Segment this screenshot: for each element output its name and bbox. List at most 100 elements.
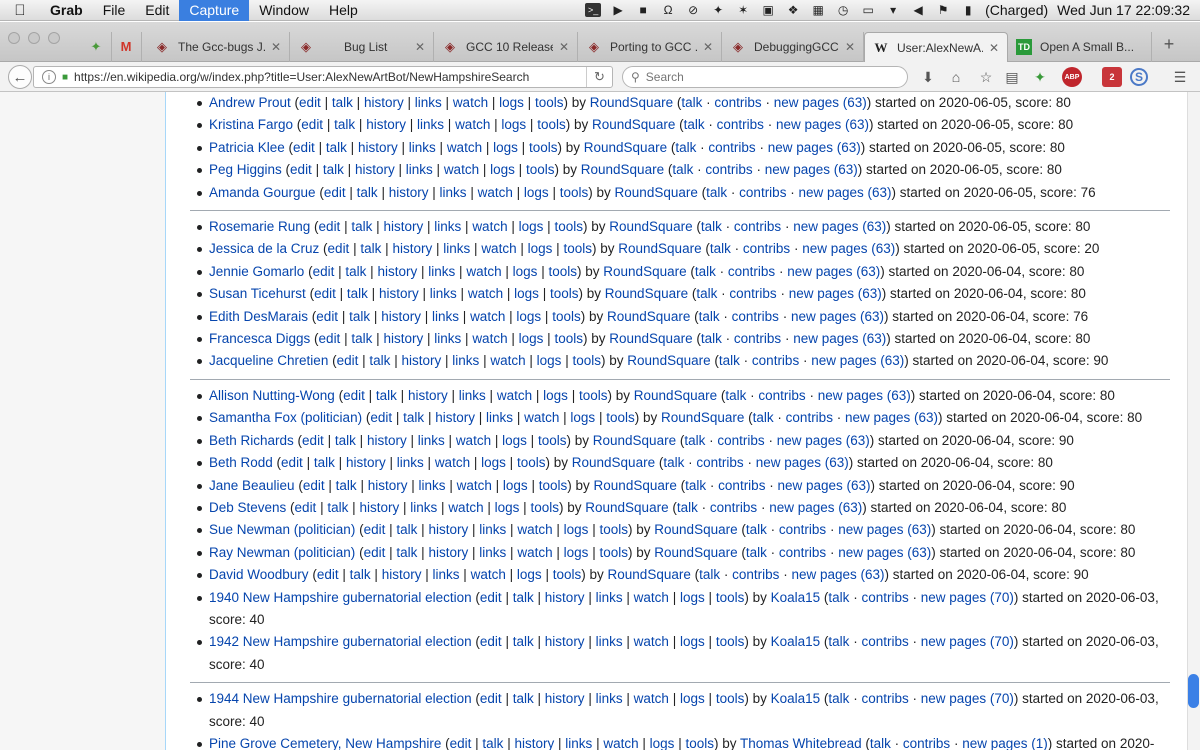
watch-link[interactable]: watch (456, 433, 491, 448)
scrollbar-track[interactable] (1187, 92, 1200, 750)
edit-link[interactable]: edit (480, 590, 502, 605)
new-pages-link[interactable]: new pages (63) (793, 219, 886, 234)
logs-link[interactable]: logs (495, 500, 520, 515)
tools-link[interactable]: tools (554, 219, 583, 234)
contribs-link[interactable]: contribs (861, 590, 908, 605)
talk-link[interactable]: talk (345, 264, 366, 279)
tools-link[interactable]: tools (579, 388, 608, 403)
wifi-icon[interactable]: ▾ (885, 3, 901, 17)
new-pages-link[interactable]: new pages (63) (798, 185, 891, 200)
talk-link[interactable]: talk (369, 353, 390, 368)
links-link[interactable]: links (410, 500, 437, 515)
user-talk-link[interactable]: talk (710, 241, 731, 256)
tab-user-alexnewartbot[interactable]: W User:AlexNewA... ✕ (864, 32, 1008, 63)
tools-link[interactable]: tools (553, 567, 582, 582)
battery-icon[interactable]: ▮ (960, 3, 976, 17)
watch-link[interactable]: watch (447, 140, 482, 155)
tools-link[interactable]: tools (560, 185, 589, 200)
tools-link[interactable]: tools (548, 264, 577, 279)
user-talk-link[interactable]: talk (828, 691, 849, 706)
edit-link[interactable]: edit (316, 309, 338, 324)
links-link[interactable]: links (406, 162, 433, 177)
new-pages-link[interactable]: new pages (63) (793, 331, 886, 346)
user-talk-link[interactable]: talk (672, 162, 693, 177)
contribs-link[interactable]: contribs (717, 433, 764, 448)
edit-link[interactable]: edit (324, 185, 346, 200)
close-tab-icon[interactable]: ✕ (989, 41, 999, 55)
watch-link[interactable]: watch (634, 691, 669, 706)
tools-link[interactable]: tools (716, 691, 745, 706)
history-link[interactable]: history (435, 410, 475, 425)
display-icon[interactable]: ▭ (860, 3, 876, 17)
history-link[interactable]: history (514, 736, 554, 750)
edit-link[interactable]: edit (314, 286, 336, 301)
article-link[interactable]: Beth Richards (209, 433, 294, 448)
contribs-link[interactable]: contribs (743, 241, 790, 256)
talk-link[interactable]: talk (403, 410, 424, 425)
user-link[interactable]: Koala15 (771, 691, 821, 706)
logs-link[interactable]: logs (537, 353, 562, 368)
tab-porting-to-gcc[interactable]: ◈ Porting to GCC ... ✕ (578, 32, 722, 62)
menu-edit[interactable]: Edit (135, 0, 179, 21)
logs-link[interactable]: logs (650, 736, 675, 750)
bookmark-star-icon[interactable]: ☆ (976, 67, 996, 87)
history-link[interactable]: history (377, 264, 417, 279)
user-talk-link[interactable]: talk (696, 286, 717, 301)
user-talk-link[interactable]: talk (828, 590, 849, 605)
close-tab-icon[interactable]: ✕ (415, 40, 425, 54)
article-link[interactable]: Peg Higgins (209, 162, 282, 177)
contribs-link[interactable]: contribs (752, 353, 799, 368)
watch-link[interactable]: watch (490, 353, 525, 368)
watch-link[interactable]: watch (468, 286, 503, 301)
user-link[interactable]: RoundSquare (585, 500, 668, 515)
contribs-link[interactable]: contribs (714, 95, 761, 110)
user-talk-link[interactable]: talk (685, 478, 706, 493)
article-link[interactable]: Ray Newman (politician) (209, 545, 355, 560)
history-link[interactable]: history (368, 478, 408, 493)
watch-link[interactable]: watch (435, 455, 470, 470)
logs-link[interactable]: logs (570, 410, 595, 425)
user-talk-link[interactable]: talk (706, 185, 727, 200)
search-bar[interactable]: ⚲ (622, 66, 908, 88)
article-link[interactable]: 1944 New Hampshire gubernatorial electio… (209, 691, 472, 706)
site-info-icon[interactable]: i (42, 70, 56, 84)
s-extension-icon[interactable]: S (1130, 68, 1148, 86)
watch-link[interactable]: watch (472, 219, 507, 234)
history-link[interactable]: history (545, 590, 585, 605)
talk-link[interactable]: talk (482, 736, 503, 750)
article-link[interactable]: Deb Stevens (209, 500, 286, 515)
new-pages-link[interactable]: new pages (63) (789, 286, 882, 301)
user-link[interactable]: RoundSquare (634, 388, 717, 403)
user-link[interactable]: Koala15 (771, 634, 821, 649)
tools-link[interactable]: tools (535, 95, 564, 110)
tools-link[interactable]: tools (530, 500, 559, 515)
contribs-link[interactable]: contribs (786, 410, 833, 425)
user-talk-link[interactable]: talk (701, 219, 722, 234)
history-link[interactable]: history (379, 286, 419, 301)
history-link[interactable]: history (383, 219, 423, 234)
article-link[interactable]: Jane Beaulieu (209, 478, 295, 493)
watch-link[interactable]: watch (453, 95, 488, 110)
terminal-icon[interactable]: >_ (585, 3, 602, 17)
links-link[interactable]: links (417, 117, 444, 132)
article-link[interactable]: Beth Rodd (209, 455, 273, 470)
tab-gcc-10-release[interactable]: ◈ GCC 10 Release... ✕ (434, 32, 578, 62)
tools-link[interactable]: tools (517, 455, 546, 470)
edit-link[interactable]: edit (480, 691, 502, 706)
logs-link[interactable]: logs (501, 117, 526, 132)
article-link[interactable]: Pine Grove Cemetery, New Hampshire (209, 736, 441, 750)
new-pages-link[interactable]: new pages (1) (962, 736, 1048, 750)
links-link[interactable]: links (440, 185, 467, 200)
history-link[interactable]: history (366, 117, 406, 132)
minimize-window-button[interactable] (28, 32, 40, 44)
contribs-link[interactable]: contribs (705, 162, 752, 177)
article-link[interactable]: Andrew Prout (209, 95, 291, 110)
logs-link[interactable]: logs (519, 219, 544, 234)
tools-link[interactable]: tools (539, 478, 568, 493)
folder-icon[interactable]: ■ (635, 3, 651, 17)
talk-link[interactable]: talk (513, 691, 534, 706)
history-link[interactable]: history (545, 691, 585, 706)
new-pages-link[interactable]: new pages (63) (811, 353, 904, 368)
history-link[interactable]: history (401, 353, 441, 368)
history-link[interactable]: history (381, 309, 421, 324)
